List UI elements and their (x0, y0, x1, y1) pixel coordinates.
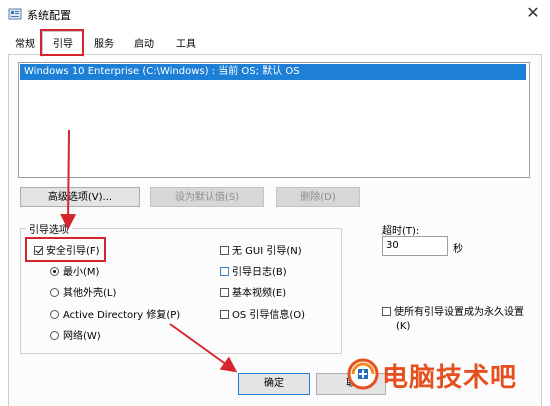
boot-log-checkbox[interactable]: 引导日志(B) (220, 266, 287, 280)
title-bar (0, 0, 550, 28)
boot-log-label: 引导日志(B) (232, 267, 287, 278)
timeout-label: 超时(T): (382, 226, 420, 237)
close-icon[interactable]: ✕ (520, 1, 546, 25)
checkbox-icon (220, 267, 229, 276)
tab-services[interactable]: 服务 (86, 36, 122, 53)
radio-checked-icon (50, 267, 59, 276)
radio-network[interactable]: 网络(W) (50, 330, 101, 344)
radio-active-directory-repair[interactable]: Active Directory 修复(P) (50, 309, 180, 323)
os-boot-info-checkbox[interactable]: OS 引导信息(O) (220, 309, 305, 323)
radio-minimal-label: 最小(M) (63, 267, 100, 278)
radio-alternate-shell[interactable]: 其他外壳(L) (50, 287, 116, 301)
watermark-text: 电脑技术吧 (382, 363, 518, 393)
annotation-box-safe-boot (25, 237, 106, 262)
base-video-checkbox[interactable]: 基本视频(E) (220, 287, 286, 301)
set-default-button[interactable]: 设为默认值(S) (150, 187, 264, 207)
ok-button[interactable]: 确定 (238, 373, 310, 395)
no-gui-boot-label: 无 GUI 引导(N) (232, 246, 302, 257)
boot-options-label: 引导选项 (26, 221, 72, 236)
no-gui-boot-checkbox[interactable]: 无 GUI 引导(N) (220, 245, 302, 259)
radio-network-label: 网络(W) (63, 331, 101, 342)
advanced-options-button[interactable]: 高级选项(V)... (20, 187, 140, 207)
checkbox-icon (220, 246, 229, 255)
make-permanent-label: 使所有引导设置成为永久设置 (394, 307, 524, 318)
radio-icon (50, 310, 59, 319)
delete-button[interactable]: 删除(D) (276, 187, 360, 207)
tab-startup[interactable]: 启动 (124, 36, 164, 53)
tab-tools[interactable]: 工具 (166, 36, 206, 53)
radio-active-directory-repair-label: Active Directory 修复(P) (63, 310, 181, 321)
timeout-input[interactable]: 30 (382, 236, 448, 256)
timeout-unit: 秒 (453, 244, 463, 255)
radio-alternate-shell-label: 其他外壳(L) (63, 288, 117, 299)
checkbox-icon (382, 307, 391, 316)
annotation-box-boot-tab (40, 29, 84, 56)
msconfig-icon (8, 8, 22, 20)
os-boot-info-label: OS 引导信息(O) (232, 310, 306, 321)
radio-minimal[interactable]: 最小(M) (50, 266, 99, 280)
tab-general[interactable]: 常规 (8, 36, 42, 53)
make-permanent-accelerator: (K) (396, 321, 411, 332)
window-title: 系统配置 (27, 9, 71, 22)
radio-icon (50, 288, 59, 297)
checkbox-icon (220, 310, 229, 319)
os-list-item[interactable]: Windows 10 Enterprise (C:\Windows) : 当前 … (20, 64, 526, 80)
watermark-logo-icon (347, 358, 379, 390)
checkbox-icon (220, 288, 229, 297)
make-permanent-checkbox[interactable]: 使所有引导设置成为永久设置 (382, 306, 524, 320)
base-video-label: 基本视频(E) (232, 288, 287, 299)
radio-icon (50, 331, 59, 340)
